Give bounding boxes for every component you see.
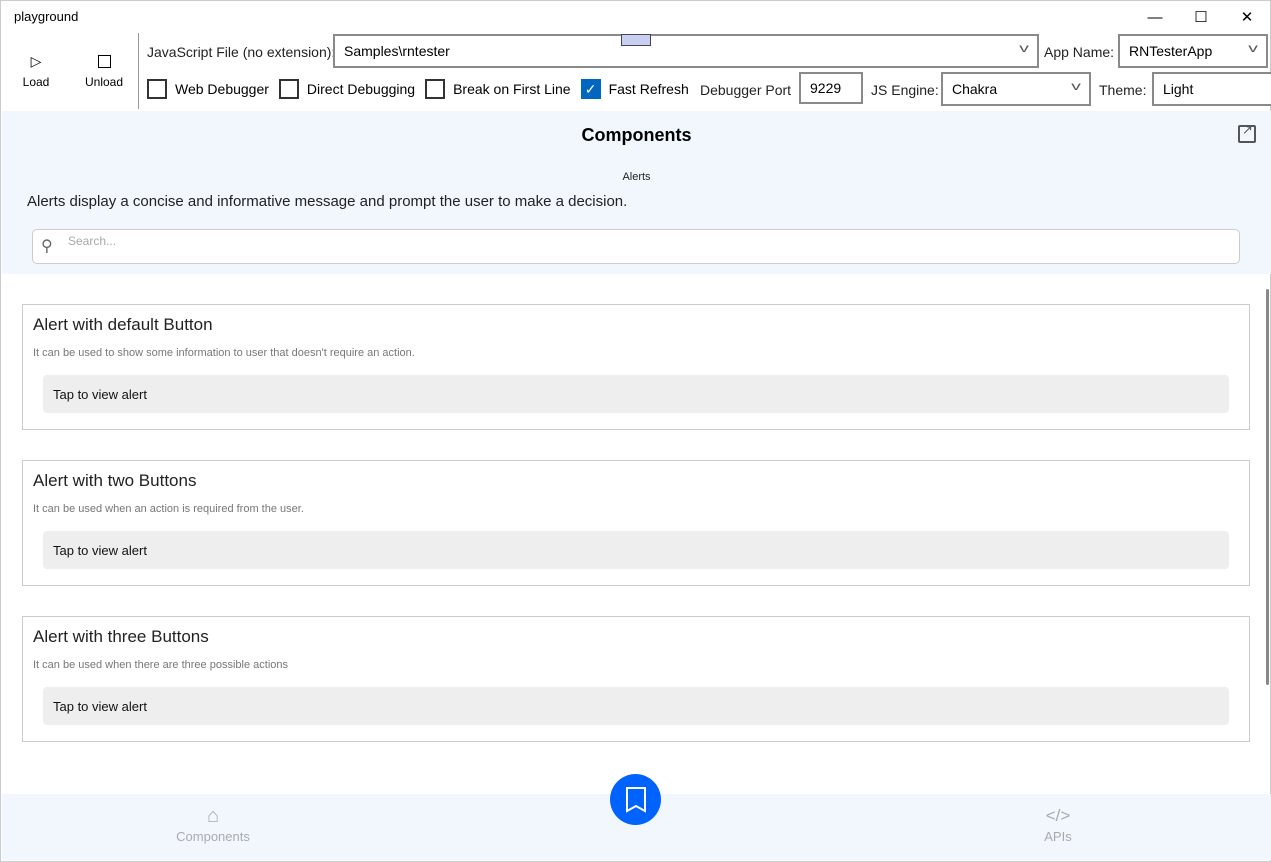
js-engine-value: Chakra bbox=[952, 81, 998, 97]
debugger-port-input[interactable]: 9229 bbox=[799, 72, 863, 104]
chevron-down-icon: v bbox=[1071, 79, 1081, 93]
theme-combobox[interactable]: Light bbox=[1152, 72, 1271, 106]
window-title: playground bbox=[14, 9, 79, 24]
example-description: It can be used to show some information … bbox=[33, 347, 415, 359]
example-card: Alert with three Buttons It can be used … bbox=[22, 616, 1250, 742]
example-card: Alert with two Buttons It can be used wh… bbox=[22, 460, 1250, 586]
home-icon: ⌂ bbox=[206, 805, 220, 827]
example-title: Alert with three Buttons bbox=[33, 627, 209, 646]
js-engine-label: JS Engine: bbox=[871, 82, 939, 98]
web-debugger-label: Web Debugger bbox=[175, 81, 269, 97]
open-external-icon[interactable]: ↗ bbox=[1238, 122, 1256, 143]
js-file-value: Samples\rntester bbox=[344, 43, 450, 59]
toolbar-divider bbox=[138, 33, 139, 109]
example-card: Alert with default Button It can be used… bbox=[22, 304, 1250, 430]
js-file-label: JavaScript File (no extension): bbox=[147, 44, 336, 60]
page-description: Alerts display a concise and informative… bbox=[27, 193, 628, 210]
page-title: Components bbox=[581, 125, 692, 145]
chevron-down-icon: v bbox=[1019, 41, 1029, 55]
unload-button[interactable]: Unload bbox=[81, 53, 127, 89]
load-button[interactable]: ▷ Load bbox=[16, 53, 56, 89]
theme-label: Theme: bbox=[1099, 82, 1147, 98]
example-title: Alert with default Button bbox=[33, 315, 213, 334]
debugger-port-label: Debugger Port bbox=[700, 82, 792, 98]
chevron-down-icon: v bbox=[1248, 41, 1258, 55]
checkmark-icon: ✓ bbox=[584, 80, 597, 97]
maximize-button[interactable]: ☐ bbox=[1178, 1, 1224, 33]
fast-refresh-checkbox[interactable]: ✓ bbox=[580, 79, 601, 99]
scrollbar[interactable] bbox=[1266, 289, 1269, 685]
js-engine-combobox[interactable]: Chakra v bbox=[941, 72, 1091, 106]
app-name-value: RNTesterApp bbox=[1129, 43, 1213, 59]
tap-to-view-alert-button[interactable]: Tap to view alert bbox=[43, 531, 1229, 569]
tap-to-view-alert-button[interactable]: Tap to view alert bbox=[43, 687, 1229, 725]
app-name-combobox[interactable]: RNTesterApp v bbox=[1118, 34, 1268, 68]
direct-debugging-label: Direct Debugging bbox=[306, 81, 416, 97]
stop-icon bbox=[97, 55, 111, 68]
code-icon: </> bbox=[1045, 806, 1071, 825]
js-file-combobox[interactable]: Samples\rntester v bbox=[333, 34, 1039, 68]
search-placeholder: Search... bbox=[68, 234, 117, 248]
nav-apis[interactable]: </> APIs bbox=[1008, 806, 1108, 844]
page-header: Components ↗ Alerts Alerts display a con… bbox=[2, 111, 1271, 274]
tap-to-view-alert-button[interactable]: Tap to view alert bbox=[43, 375, 1229, 413]
drag-handle[interactable] bbox=[621, 34, 651, 46]
bookmark-icon bbox=[625, 786, 646, 813]
play-icon: ▷ bbox=[30, 53, 42, 69]
break-first-line-label: Break on First Line bbox=[453, 81, 571, 97]
minimize-button[interactable]: — bbox=[1132, 1, 1178, 33]
example-description: It can be used when there are three poss… bbox=[33, 659, 288, 671]
app-name-label: App Name: bbox=[1044, 44, 1115, 60]
web-debugger-checkbox[interactable] bbox=[147, 79, 167, 99]
example-title: Alert with two Buttons bbox=[33, 471, 197, 490]
break-first-line-checkbox[interactable] bbox=[425, 79, 446, 99]
fast-refresh-label: Fast Refresh bbox=[608, 81, 689, 97]
search-icon: ⚲ bbox=[41, 238, 53, 255]
close-button[interactable]: ✕ bbox=[1224, 1, 1270, 33]
direct-debugging-checkbox[interactable] bbox=[278, 79, 299, 99]
nav-components[interactable]: ⌂ Components bbox=[163, 806, 263, 844]
debugger-port-value: 9229 bbox=[810, 80, 842, 96]
example-description: It can be used when an action is require… bbox=[33, 503, 304, 515]
bookmark-button[interactable] bbox=[610, 774, 661, 825]
search-input[interactable]: ⚲ Search... bbox=[32, 229, 1240, 264]
page-subtitle: Alerts bbox=[622, 171, 651, 183]
theme-value: Light bbox=[1163, 81, 1194, 97]
